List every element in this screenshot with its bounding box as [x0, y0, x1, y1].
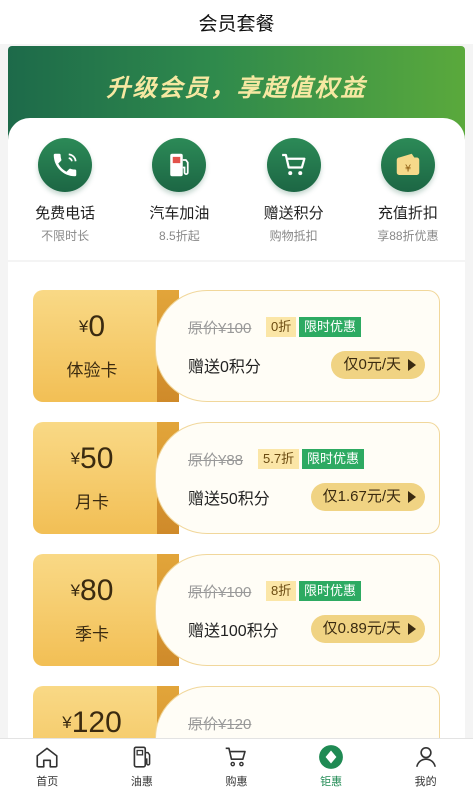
plan-price: ¥120 [62, 706, 122, 738]
svg-text:¥: ¥ [405, 163, 411, 174]
plan-name: 季卡 [75, 625, 109, 644]
cart-icon [266, 138, 321, 192]
bottom-tab-bar: 首页 油惠 购惠 钜惠 我的 [0, 738, 473, 793]
original-price: 原价¥100 [188, 584, 252, 601]
tab-label: 油惠 [130, 775, 153, 788]
plan-price: ¥80 [70, 574, 114, 607]
wallet-icon: ¥ [380, 138, 435, 192]
plan-detail-panel: 原价¥88 5.7折 限时优惠 赠送50积分 仅1.67元/天 [155, 422, 440, 534]
tab-label: 购惠 [225, 775, 248, 788]
original-price: 原价¥120 [188, 716, 252, 733]
tab-deals[interactable]: 钜惠 [296, 744, 366, 789]
plan-list: ¥0 体验卡 原价¥100 0折 限时优惠 赠送0积分 仅0元/天 ¥50 月卡… [8, 262, 465, 738]
plan-detail-panel: 原价¥100 8折 限时优惠 赠送100积分 仅0.89元/天 [155, 554, 440, 666]
tab-profile[interactable]: 我的 [391, 744, 461, 789]
plan-detail-panel: 原价¥120 [155, 686, 440, 738]
per-day-price-button[interactable]: 仅0.89元/天 [310, 615, 425, 643]
play-arrow-icon [408, 623, 416, 635]
limited-offer-badge: 限时优惠 [302, 449, 365, 469]
plan-price-panel: ¥0 体验卡 [33, 290, 179, 402]
discount-badge: 5.7折 [258, 449, 300, 469]
plan-price-panel: ¥50 月卡 [33, 422, 179, 534]
benefit-desc: 8.5折起 [159, 229, 200, 243]
hero-slogan: 升级会员，享超值权益 [106, 75, 367, 102]
plan-name: 体验卡 [66, 361, 118, 380]
benefit-free-call[interactable]: 免费电话 不限时长 [15, 138, 115, 260]
benefit-name: 充值折扣 [377, 205, 438, 222]
plan-name: 月卡 [75, 493, 109, 512]
cart-icon [226, 747, 247, 766]
play-arrow-icon [408, 491, 416, 503]
discount-badge: 0折 [266, 317, 297, 337]
top-bar: 会员套餐 [0, 0, 473, 44]
page-title: 会员套餐 [198, 13, 275, 35]
fuel-pump-icon [133, 745, 151, 768]
home-icon [36, 747, 58, 768]
tab-label: 钜惠 [320, 775, 343, 788]
user-icon [415, 746, 436, 767]
plan-card-trial[interactable]: ¥0 体验卡 原价¥100 0折 限时优惠 赠送0积分 仅0元/天 [33, 290, 440, 402]
diamond-icon [319, 744, 343, 769]
original-price: 原价¥88 [188, 452, 244, 469]
plan-detail-panel: 原价¥100 0折 限时优惠 赠送0积分 仅0元/天 [155, 290, 440, 402]
bonus-points: 赠送50积分 [188, 491, 270, 508]
benefit-desc: 不限时长 [41, 229, 90, 243]
benefit-desc: 购物抵扣 [269, 229, 318, 243]
limited-offer-badge: 限时优惠 [299, 317, 362, 337]
plan-card-partial[interactable]: ¥120 原价¥120 [33, 686, 440, 738]
plan-card-quarterly[interactable]: ¥80 季卡 原价¥100 8折 限时优惠 赠送100积分 仅0.89元/天 [33, 554, 440, 666]
benefit-name: 免费电话 [35, 205, 96, 222]
tab-label: 首页 [36, 775, 59, 788]
per-day-price-button[interactable]: 仅1.67元/天 [310, 483, 425, 511]
benefit-desc: 享88折优惠 [377, 229, 439, 243]
phone-icon [38, 138, 93, 192]
plan-card-monthly[interactable]: ¥50 月卡 原价¥88 5.7折 限时优惠 赠送50积分 仅1.67元/天 [33, 422, 440, 534]
tab-shop[interactable]: 购惠 [201, 744, 271, 789]
plan-price: ¥0 [78, 310, 106, 343]
benefit-fuel[interactable]: 汽车加油 8.5折起 [129, 138, 229, 260]
plan-price: ¥50 [70, 442, 114, 475]
tab-fuel[interactable]: 油惠 [107, 744, 177, 789]
per-day-price-button[interactable]: 仅0元/天 [331, 351, 425, 379]
discount-badge: 8折 [266, 581, 297, 601]
plan-price-panel: ¥80 季卡 [33, 554, 179, 666]
fuel-pump-icon [152, 138, 207, 192]
benefit-name: 赠送积分 [263, 205, 324, 222]
benefits-panel: 免费电话 不限时长 汽车加油 8.5折起 赠送积分 购物抵扣 ¥ 充值折扣 享8… [8, 118, 465, 260]
benefit-name: 汽车加油 [149, 205, 210, 222]
plan-price-panel: ¥120 [33, 686, 179, 738]
bonus-points: 赠送100积分 [188, 623, 279, 640]
tab-label: 我的 [414, 775, 437, 788]
original-price: 原价¥100 [188, 320, 252, 337]
benefit-recharge[interactable]: ¥ 充值折扣 享88折优惠 [358, 138, 458, 260]
tab-home[interactable]: 首页 [12, 744, 82, 789]
bonus-points: 赠送0积分 [188, 359, 261, 376]
play-arrow-icon [408, 359, 416, 371]
benefit-points[interactable]: 赠送积分 购物抵扣 [244, 138, 344, 260]
limited-offer-badge: 限时优惠 [299, 581, 362, 601]
